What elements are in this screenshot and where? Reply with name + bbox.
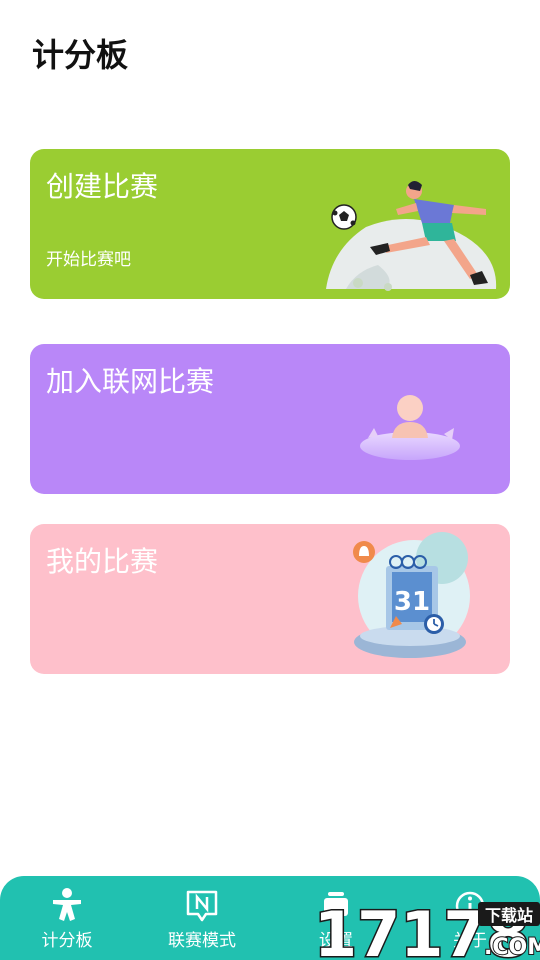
n-badge-icon: [186, 890, 218, 922]
person-icon: [53, 888, 81, 921]
watermark-tag: 下载站: [485, 906, 533, 925]
tab-scoreboard[interactable]: 计分板: [17, 886, 117, 956]
calendar-illustration: 31: [353, 532, 470, 658]
network-person-illustration: [360, 395, 460, 460]
tab-league-mode[interactable]: 联赛模式: [152, 886, 252, 956]
soccer-player-illustration: [326, 181, 497, 291]
create-match-card[interactable]: 创建比赛 开始比赛吧: [30, 149, 510, 299]
watermark-suffix: .COM: [484, 935, 540, 960]
tab-scoreboard-label: 计分板: [41, 931, 93, 951]
site-watermark: 17178 下载站 .COM: [314, 897, 540, 960]
join-online-match-card[interactable]: 加入联网比赛: [30, 344, 510, 494]
tab-league-mode-label: 联赛模式: [168, 931, 236, 951]
create-match-subtitle: 开始比赛吧: [46, 250, 131, 270]
my-matches-card[interactable]: 我的比赛 31: [30, 524, 510, 674]
page-title: 计分板: [32, 36, 129, 74]
my-matches-title: 我的比赛: [46, 545, 159, 578]
create-match-title: 创建比赛: [46, 170, 159, 203]
join-online-match-title: 加入联网比赛: [46, 365, 215, 398]
calendar-day-text: 31: [394, 587, 430, 617]
